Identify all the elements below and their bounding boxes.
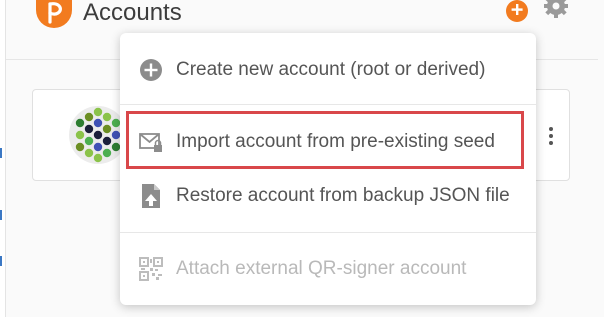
menu-item-create-account[interactable]: Create new account (root or derived) bbox=[120, 49, 536, 89]
identicon bbox=[69, 106, 127, 164]
app-frame: Accounts Create new account (root or der… bbox=[0, 0, 604, 317]
menu-item-attach-qr[interactable]: Attach external QR-signer account bbox=[120, 248, 536, 288]
file-upload-icon bbox=[142, 184, 160, 208]
add-account-button[interactable] bbox=[506, 0, 528, 22]
add-account-menu: Create new account (root or derived) Imp… bbox=[120, 33, 536, 305]
menu-divider bbox=[120, 232, 536, 233]
qr-code-icon bbox=[139, 257, 163, 281]
page-title: Accounts bbox=[83, 0, 182, 26]
left-edge-marks bbox=[0, 148, 2, 268]
envelope-lock-icon bbox=[139, 133, 162, 152]
menu-item-label: Import account from pre-existing seed bbox=[176, 131, 495, 152]
polkadot-js-logo bbox=[36, 0, 72, 28]
kebab-menu-icon[interactable] bbox=[545, 124, 557, 150]
plus-circle-icon bbox=[140, 59, 162, 81]
gear-icon[interactable] bbox=[543, 0, 569, 22]
menu-item-restore-json[interactable]: Restore account from backup JSON file bbox=[120, 175, 536, 215]
plus-circle-icon bbox=[511, 4, 523, 15]
menu-divider bbox=[120, 104, 536, 105]
menu-item-import-seed[interactable]: Import account from pre-existing seed bbox=[120, 121, 536, 161]
menu-item-label: Attach external QR-signer account bbox=[176, 258, 467, 279]
menu-item-label: Create new account (root or derived) bbox=[176, 59, 486, 80]
menu-item-label: Restore account from backup JSON file bbox=[176, 185, 510, 206]
